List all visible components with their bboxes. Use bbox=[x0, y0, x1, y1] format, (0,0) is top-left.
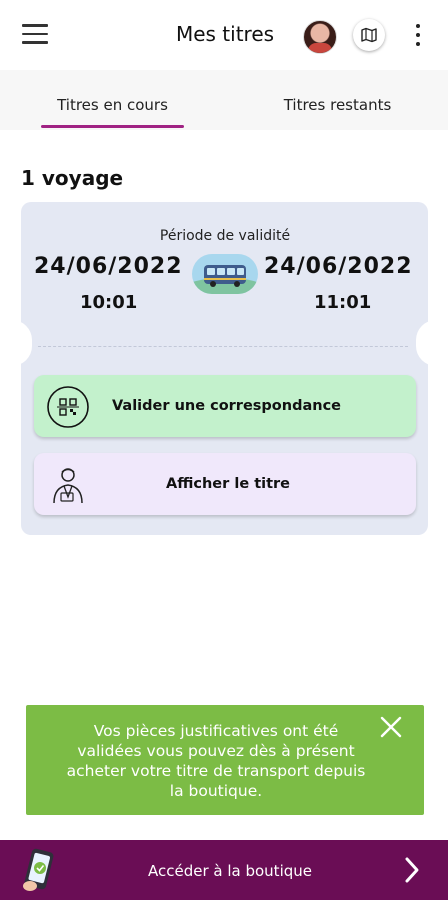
menu-icon[interactable] bbox=[22, 24, 48, 46]
end-time: 11:01 bbox=[314, 292, 372, 313]
close-icon[interactable] bbox=[378, 714, 404, 740]
show-ticket-label: Afficher le titre bbox=[166, 476, 291, 492]
top-app-bar: Mes titres bbox=[0, 0, 448, 70]
active-tab-indicator bbox=[41, 125, 184, 128]
ticket-divider bbox=[38, 346, 408, 347]
page-title: Mes titres bbox=[175, 22, 275, 46]
toast-message: Vos pièces justificatives ont été validé… bbox=[66, 722, 366, 800]
show-ticket-button[interactable]: Afficher le titre bbox=[34, 453, 416, 515]
start-date: 24/06/2022 bbox=[34, 254, 183, 279]
section-heading: 1 voyage bbox=[21, 166, 124, 190]
user-avatar[interactable] bbox=[303, 20, 337, 54]
chevron-right-icon bbox=[402, 856, 422, 884]
phone-shop-icon bbox=[20, 846, 60, 894]
controller-icon bbox=[46, 463, 90, 507]
shop-access-bar[interactable]: Accéder à la boutique bbox=[0, 840, 448, 900]
start-time: 10:01 bbox=[80, 292, 138, 313]
end-date: 24/06/2022 bbox=[264, 254, 413, 279]
validate-connection-button[interactable]: Valider une correspondance bbox=[34, 375, 416, 437]
validate-connection-label: Valider une correspondance bbox=[112, 398, 341, 414]
tab-bar: Titres en cours Titres restants bbox=[0, 70, 448, 130]
tab-current-tickets[interactable]: Titres en cours bbox=[20, 70, 205, 130]
bus-icon bbox=[192, 254, 258, 294]
shop-label: Accéder à la boutique bbox=[147, 862, 312, 880]
tab-remaining-tickets[interactable]: Titres restants bbox=[250, 70, 425, 130]
validity-label: Période de validité bbox=[159, 228, 291, 244]
more-vertical-icon[interactable] bbox=[410, 22, 426, 48]
map-icon[interactable] bbox=[353, 19, 385, 51]
notification-toast: Vos pièces justificatives ont été validé… bbox=[26, 705, 424, 815]
qr-scan-icon bbox=[46, 385, 90, 429]
